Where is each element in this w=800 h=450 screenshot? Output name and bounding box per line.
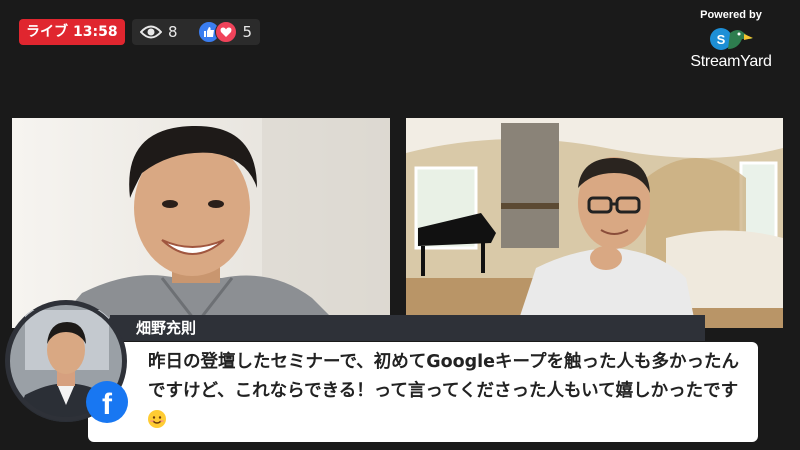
eye-icon xyxy=(140,24,162,40)
powered-by-label: Powered by xyxy=(700,9,762,21)
comment-author: 畑野充則 xyxy=(136,319,197,337)
svg-text:S: S xyxy=(717,32,726,47)
participant-video-right xyxy=(406,118,783,328)
reaction-count: 5 xyxy=(242,23,253,41)
live-timer: 13:58 xyxy=(73,24,118,40)
brand-name: StreamYard xyxy=(690,53,772,70)
comment-text: 昨日の登壇したセミナーで、初めてGoogleキープを触った人も多かったんですけど… xyxy=(148,352,740,401)
streamyard-logo-icon: S xyxy=(708,25,754,55)
stats-bar: 8 5 xyxy=(132,19,261,45)
powered-by-streamyard: Powered by S StreamYard xyxy=(686,9,776,71)
facebook-icon: f xyxy=(86,381,128,423)
comment-author-bar: 畑野充則 xyxy=(110,315,705,341)
video-tile-left[interactable] xyxy=(12,118,390,328)
participant-video-left xyxy=(12,118,390,328)
live-badge: ライブ 13:58 xyxy=(19,19,125,45)
reaction-icons xyxy=(197,21,237,43)
video-tile-right[interactable] xyxy=(406,118,783,328)
love-icon xyxy=(214,21,237,43)
live-label: ライブ xyxy=(26,24,68,40)
smiling-face-icon xyxy=(148,410,166,428)
viewer-count: 8 xyxy=(168,23,178,41)
comment-box: 昨日の登壇したセミナーで、初めてGoogleキープを触った人も多かったんですけど… xyxy=(88,342,758,442)
